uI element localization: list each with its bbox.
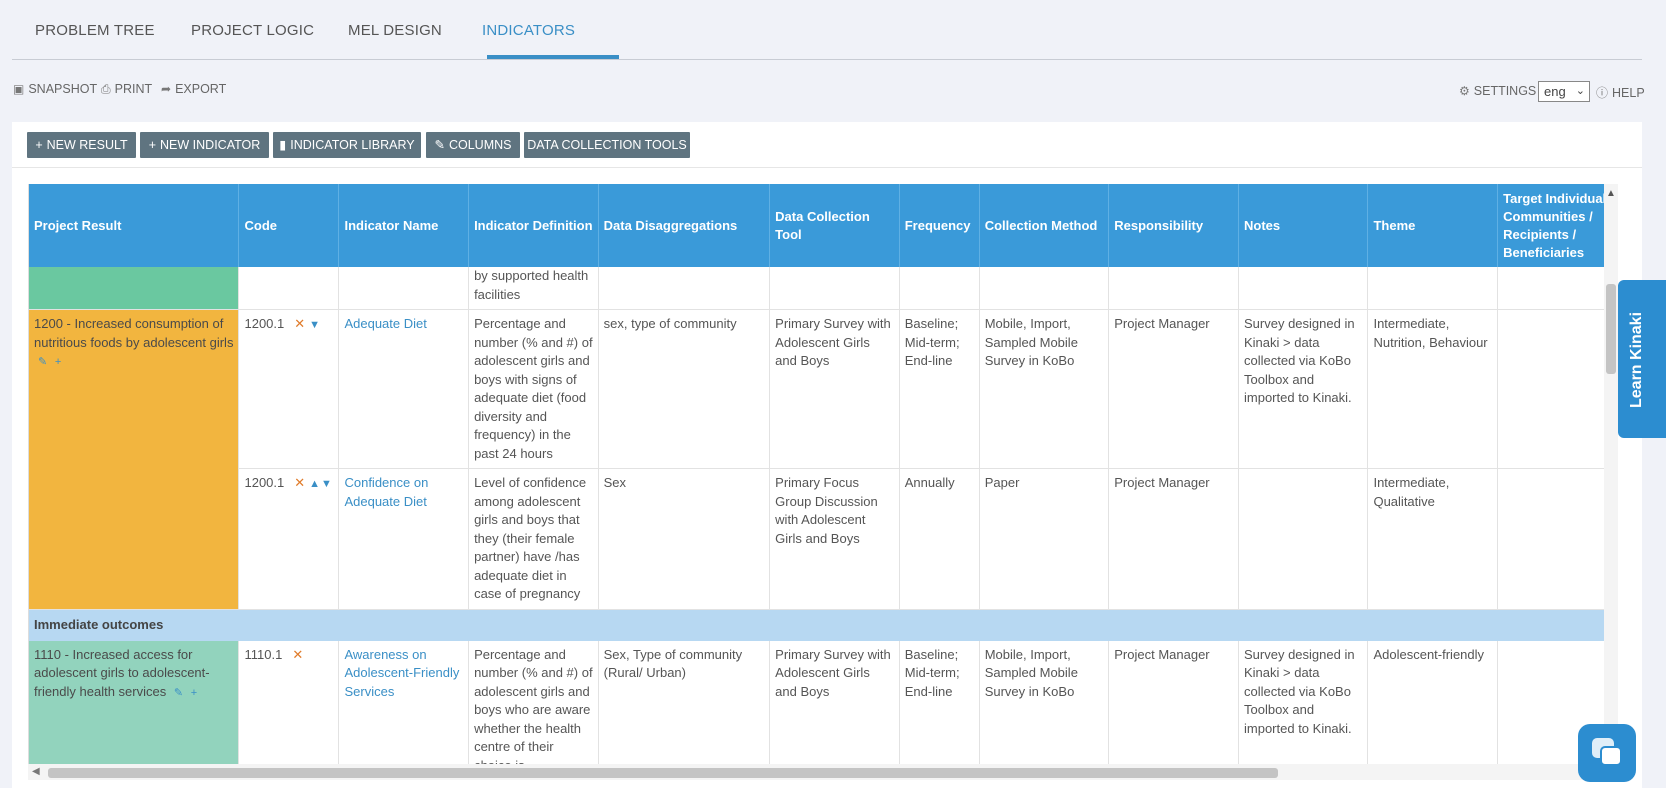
delete-x-icon[interactable]: ✕ [294, 316, 305, 331]
share-arrow-icon: ➦ [161, 82, 172, 96]
indicator-library-button[interactable]: ▮ INDICATOR LIBRARY [273, 132, 421, 158]
indicators-panel: + NEW RESULT + NEW INDICATOR ▮ INDICATOR LI… [12, 122, 1642, 788]
col-collection-method[interactable]: Collection Method [979, 184, 1110, 267]
col-responsibility[interactable]: Responsibility [1108, 184, 1239, 267]
result-cell [29, 267, 240, 310]
col-theme[interactable]: Theme [1367, 184, 1499, 267]
code-cell: 1200.1 ✕ ▲▼ [238, 468, 340, 610]
table-row: 1200 - Increased consumption of nutritio… [29, 309, 1618, 610]
columns-button[interactable]: ✎ COLUMNS [426, 132, 520, 158]
horizontal-scroll-thumb[interactable] [48, 768, 1278, 778]
col-target-beneficiaries[interactable]: Target Individual Communities / Recipien… [1497, 184, 1618, 267]
chevron-down-icon: ⌄ [1575, 85, 1585, 97]
camera-icon: ▣ [13, 82, 25, 96]
question-circle-icon: ⓘ [1596, 86, 1609, 100]
tab-indicators[interactable]: INDICATORS [482, 22, 575, 39]
active-tab-underline [487, 55, 619, 59]
vertical-scrollbar[interactable]: ▲ [1604, 184, 1618, 778]
chat-widget-button[interactable] [1578, 724, 1636, 782]
scroll-up-icon[interactable]: ▲ [1606, 188, 1616, 199]
gear-icon: ⚙ [1459, 84, 1470, 98]
col-frequency[interactable]: Frequency [899, 184, 980, 267]
indicator-name-cell: Awareness on Adolescent-Friendly Service… [338, 640, 470, 778]
learn-kinaki-tab[interactable]: Learn Kinaki [1618, 280, 1666, 438]
table-row: 1200.1 ✕ ▲▼ Confidence on Adequate Diet Le… [29, 468, 1618, 610]
delete-x-icon[interactable]: ✕ [294, 475, 305, 490]
col-indicator-name[interactable]: Indicator Name [338, 184, 470, 267]
indicator-link[interactable]: Confidence on Adequate Diet [344, 475, 428, 509]
move-down-icon[interactable]: ▼ [321, 478, 332, 490]
indicator-definition-cell: by supported health facilities [468, 267, 599, 310]
code-cell: 1200.1 ✕ ▼ [238, 309, 340, 469]
book-icon: ▮ [279, 138, 287, 152]
tab-problem-tree[interactable]: PROBLEM TREE [35, 22, 155, 39]
export-button[interactable]: ➦ EXPORT [161, 82, 226, 96]
edit-pencil-icon[interactable]: ✎ [174, 687, 183, 699]
table-row: 1110 - Increased access for adolescent g… [29, 640, 1618, 778]
section-header-row: Immediate outcomes [29, 609, 1618, 641]
code-cell: 1110.1 ✕ [238, 640, 340, 778]
language-select[interactable]: eng ⌄ [1538, 81, 1590, 102]
col-project-result[interactable]: Project Result [29, 184, 240, 267]
indicators-table: Project Result Code Indicator Name Indic… [28, 184, 1618, 778]
move-up-icon[interactable]: ▲ [309, 478, 320, 490]
main-tabs: PROBLEM TREE PROJECT LOGIC MEL DESIGN IN… [12, 0, 1642, 60]
horizontal-scrollbar[interactable]: ◀ [28, 764, 1618, 780]
plus-icon: + [35, 138, 43, 152]
plus-icon: + [148, 138, 157, 152]
table-header-row: Project Result Code Indicator Name Indic… [29, 184, 1618, 267]
printer-icon: ⎙ [101, 82, 111, 96]
col-data-collection-tool[interactable]: Data Collection Tool [769, 184, 900, 267]
indicator-link[interactable]: Awareness on Adolescent-Friendly Service… [344, 647, 459, 699]
move-down-icon[interactable]: ▼ [309, 319, 320, 331]
edit-pencil-icon[interactable]: ✎ [38, 356, 47, 368]
col-indicator-definition[interactable]: Indicator Definition [468, 184, 599, 267]
scroll-left-icon[interactable]: ◀ [32, 766, 40, 777]
snapshot-button[interactable]: ▣ SNAPSHOT [13, 82, 97, 96]
help-button[interactable]: ⓘ HELP [1596, 84, 1645, 101]
col-code[interactable]: Code [238, 184, 340, 267]
delete-x-icon[interactable]: ✕ [292, 647, 303, 662]
tab-mel-design[interactable]: MEL DESIGN [348, 22, 442, 39]
vertical-scroll-thumb[interactable] [1606, 284, 1616, 374]
indicator-name-cell: Confidence on Adequate Diet [338, 468, 470, 610]
section-title: Immediate outcomes [29, 609, 1618, 641]
add-plus-icon[interactable]: + [191, 687, 197, 699]
result-cell-1200[interactable]: 1200 - Increased consumption of nutritio… [29, 309, 240, 610]
tab-project-logic[interactable]: PROJECT LOGIC [191, 22, 314, 39]
new-result-button[interactable]: + NEW RESULT [27, 132, 136, 158]
indicator-toolbar: + NEW RESULT + NEW INDICATOR ▮ INDICATOR LI… [12, 122, 1642, 168]
col-notes[interactable]: Notes [1238, 184, 1369, 267]
table-row: by supported health facilities [29, 267, 1618, 310]
new-indicator-button[interactable]: + NEW INDICATOR [140, 132, 269, 158]
col-data-disaggregations[interactable]: Data Disaggregations [598, 184, 771, 267]
result-cell-1110[interactable]: 1110 - Increased access for adolescent g… [29, 640, 240, 778]
indicator-link[interactable]: Adequate Diet [344, 316, 426, 331]
print-button[interactable]: ⎙ PRINT [101, 82, 152, 97]
pencil-icon: ✎ [434, 138, 445, 152]
indicator-name-cell: Adequate Diet [338, 309, 470, 469]
settings-button[interactable]: ⚙ SETTINGS [1459, 84, 1536, 98]
add-plus-icon[interactable]: + [55, 356, 61, 368]
data-collection-tools-button[interactable]: DATA COLLECTION TOOLS [524, 132, 690, 158]
